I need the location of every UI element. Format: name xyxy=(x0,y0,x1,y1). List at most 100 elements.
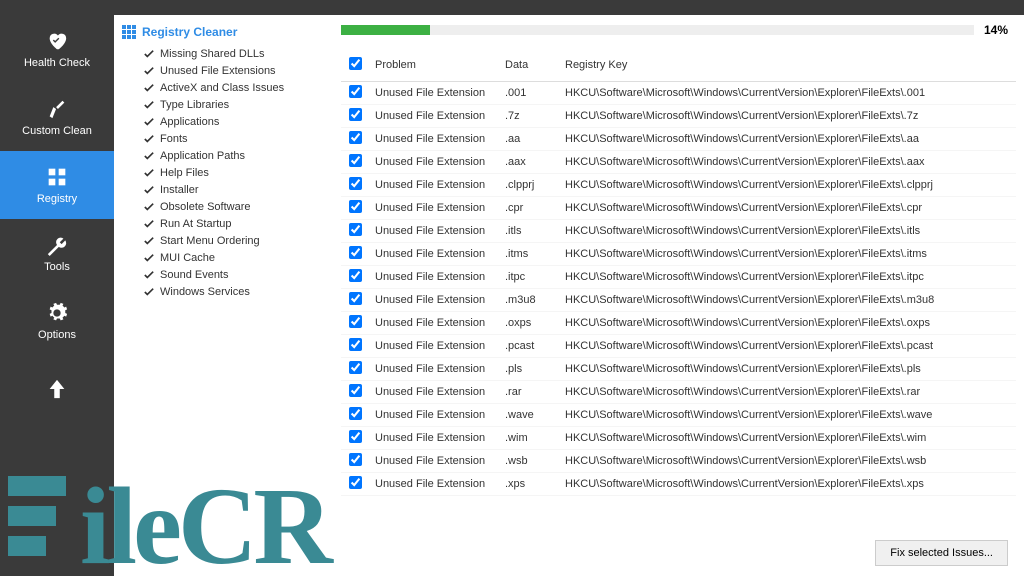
category-panel: Registry Cleaner Missing Shared DLLs Unus… xyxy=(114,15,333,576)
brush-icon xyxy=(45,97,69,121)
row-problem: Unused File Extension xyxy=(369,312,499,335)
table-row[interactable]: Unused File Extension.itpcHKCU\Software\… xyxy=(341,266,1016,289)
table-header-problem[interactable]: Problem xyxy=(369,49,499,82)
category-item-label: Missing Shared DLLs xyxy=(160,48,265,60)
category-item[interactable]: Sound Events xyxy=(144,266,325,283)
table-row[interactable]: Unused File Extension.itlsHKCU\Software\… xyxy=(341,220,1016,243)
row-data: .oxps xyxy=(499,312,559,335)
row-checkbox[interactable] xyxy=(349,430,362,443)
row-key: HKCU\Software\Microsoft\Windows\CurrentV… xyxy=(559,381,1016,404)
row-checkbox[interactable] xyxy=(349,292,362,305)
sidebar-item-upgrade[interactable] xyxy=(0,355,114,423)
row-checkbox[interactable] xyxy=(349,407,362,420)
row-data: .itms xyxy=(499,243,559,266)
row-checkbox[interactable] xyxy=(349,453,362,466)
sidebar-item-options[interactable]: Options xyxy=(0,287,114,355)
row-checkbox[interactable] xyxy=(349,131,362,144)
check-icon xyxy=(144,253,154,263)
category-item[interactable]: Applications xyxy=(144,113,325,130)
row-checkbox[interactable] xyxy=(349,269,362,282)
row-problem: Unused File Extension xyxy=(369,174,499,197)
check-icon xyxy=(144,202,154,212)
category-item[interactable]: Fonts xyxy=(144,130,325,147)
category-item-label: Obsolete Software xyxy=(160,201,251,213)
row-data: .wim xyxy=(499,427,559,450)
table-row[interactable]: Unused File Extension.wsbHKCU\Software\M… xyxy=(341,450,1016,473)
table-row[interactable]: Unused File Extension.oxpsHKCU\Software\… xyxy=(341,312,1016,335)
category-item[interactable]: Unused File Extensions xyxy=(144,62,325,79)
fix-issues-button[interactable]: Fix selected Issues... xyxy=(875,540,1008,566)
row-checkbox[interactable] xyxy=(349,315,362,328)
category-item[interactable]: Installer xyxy=(144,181,325,198)
table-row[interactable]: Unused File Extension.aaHKCU\Software\Mi… xyxy=(341,128,1016,151)
row-checkbox[interactable] xyxy=(349,85,362,98)
table-row[interactable]: Unused File Extension.waveHKCU\Software\… xyxy=(341,404,1016,427)
table-row[interactable]: Unused File Extension.001HKCU\Software\M… xyxy=(341,82,1016,105)
sidebar-item-custom-clean[interactable]: Custom Clean xyxy=(0,83,114,151)
row-problem: Unused File Extension xyxy=(369,105,499,128)
row-data: .aax xyxy=(499,151,559,174)
table-row[interactable]: Unused File Extension.plsHKCU\Software\M… xyxy=(341,358,1016,381)
table-row[interactable]: Unused File Extension.clpprjHKCU\Softwar… xyxy=(341,174,1016,197)
gear-icon xyxy=(45,301,69,325)
check-icon xyxy=(144,100,154,110)
row-checkbox[interactable] xyxy=(349,246,362,259)
table-header-key[interactable]: Registry Key xyxy=(559,49,1016,82)
row-data: .pls xyxy=(499,358,559,381)
table-header-checkbox[interactable] xyxy=(341,49,369,82)
table-row[interactable]: Unused File Extension.pcastHKCU\Software… xyxy=(341,335,1016,358)
category-item-label: Sound Events xyxy=(160,269,229,281)
sidebar-item-registry[interactable]: Registry xyxy=(0,151,114,219)
row-checkbox[interactable] xyxy=(349,223,362,236)
row-checkbox[interactable] xyxy=(349,384,362,397)
select-all-checkbox[interactable] xyxy=(349,57,362,70)
row-problem: Unused File Extension xyxy=(369,266,499,289)
row-key: HKCU\Software\Microsoft\Windows\CurrentV… xyxy=(559,105,1016,128)
table-row[interactable]: Unused File Extension.wimHKCU\Software\M… xyxy=(341,427,1016,450)
table-header-data[interactable]: Data xyxy=(499,49,559,82)
row-key: HKCU\Software\Microsoft\Windows\CurrentV… xyxy=(559,220,1016,243)
row-key: HKCU\Software\Microsoft\Windows\CurrentV… xyxy=(559,289,1016,312)
check-icon xyxy=(144,185,154,195)
category-item-label: Help Files xyxy=(160,167,209,179)
row-problem: Unused File Extension xyxy=(369,427,499,450)
table-row[interactable]: Unused File Extension.cprHKCU\Software\M… xyxy=(341,197,1016,220)
row-problem: Unused File Extension xyxy=(369,358,499,381)
category-item-label: Unused File Extensions xyxy=(160,65,276,77)
row-data: .7z xyxy=(499,105,559,128)
table-row[interactable]: Unused File Extension.itmsHKCU\Software\… xyxy=(341,243,1016,266)
table-row[interactable]: Unused File Extension.7zHKCU\Software\Mi… xyxy=(341,105,1016,128)
category-item[interactable]: Windows Services xyxy=(144,283,325,300)
category-header: Registry Cleaner xyxy=(122,25,325,39)
table-row[interactable]: Unused File Extension.m3u8HKCU\Software\… xyxy=(341,289,1016,312)
category-item[interactable]: Start Menu Ordering xyxy=(144,232,325,249)
row-checkbox[interactable] xyxy=(349,200,362,213)
row-problem: Unused File Extension xyxy=(369,450,499,473)
category-item[interactable]: Type Libraries xyxy=(144,96,325,113)
sidebar-item-tools[interactable]: Tools xyxy=(0,219,114,287)
category-item[interactable]: MUI Cache xyxy=(144,249,325,266)
sidebar-item-label: Custom Clean xyxy=(22,125,92,137)
row-checkbox[interactable] xyxy=(349,154,362,167)
table-row[interactable]: Unused File Extension.rarHKCU\Software\M… xyxy=(341,381,1016,404)
category-item-label: Application Paths xyxy=(160,150,245,162)
row-checkbox[interactable] xyxy=(349,108,362,121)
table-row[interactable]: Unused File Extension.xpsHKCU\Software\M… xyxy=(341,473,1016,496)
category-item[interactable]: ActiveX and Class Issues xyxy=(144,79,325,96)
row-checkbox[interactable] xyxy=(349,177,362,190)
category-item[interactable]: Missing Shared DLLs xyxy=(144,45,325,62)
row-checkbox[interactable] xyxy=(349,361,362,374)
category-item[interactable]: Help Files xyxy=(144,164,325,181)
row-data: .itls xyxy=(499,220,559,243)
row-checkbox[interactable] xyxy=(349,476,362,489)
category-item[interactable]: Obsolete Software xyxy=(144,198,325,215)
row-checkbox[interactable] xyxy=(349,338,362,351)
sidebar-item-health-check[interactable]: Health Check xyxy=(0,15,114,83)
row-key: HKCU\Software\Microsoft\Windows\CurrentV… xyxy=(559,335,1016,358)
table-row[interactable]: Unused File Extension.aaxHKCU\Software\M… xyxy=(341,151,1016,174)
row-problem: Unused File Extension xyxy=(369,243,499,266)
category-item[interactable]: Run At Startup xyxy=(144,215,325,232)
row-problem: Unused File Extension xyxy=(369,220,499,243)
check-icon xyxy=(144,270,154,280)
category-item[interactable]: Application Paths xyxy=(144,147,325,164)
